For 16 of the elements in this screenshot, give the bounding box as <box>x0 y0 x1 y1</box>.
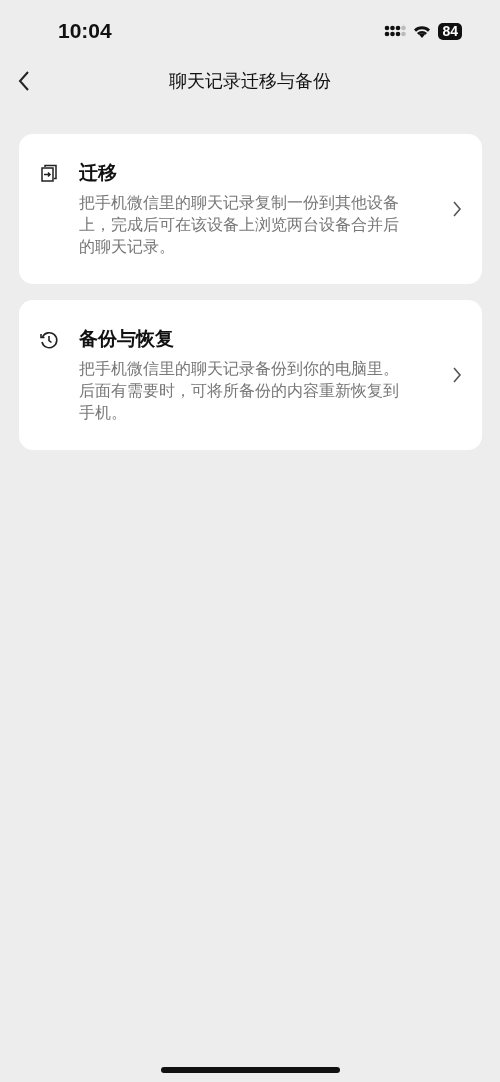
card-title: 备份与恢复 <box>79 326 175 351</box>
status-time: 10:04 <box>58 19 112 43</box>
battery-level: 84 <box>438 22 462 40</box>
page-title: 聊天记录迁移与备份 <box>169 69 331 93</box>
option-card[interactable]: 备份与恢复 把手机微信里的聊天记录备份到你的电脑里。后面有需要时，可将所备份的内容重新恢复到手机。 <box>19 300 482 450</box>
back-icon[interactable] <box>16 69 32 93</box>
card-title: 迁移 <box>79 160 118 185</box>
option-card[interactable]: 迁移 把手机微信里的聊天记录复制一份到其他设备上，完成后可在该设备上浏览两台设备合并后的聊天记录。 <box>19 134 482 284</box>
chevron-right-icon <box>452 200 462 218</box>
chevron-right-icon <box>452 366 462 384</box>
history-icon <box>39 330 59 350</box>
import-icon <box>39 164 59 184</box>
card-description: 把手机微信里的聊天记录复制一份到其他设备上，完成后可在该设备上浏览两台设备合并后的聊天记录。 <box>79 193 400 258</box>
wifi-icon <box>412 23 433 39</box>
card-description: 把手机微信里的聊天记录备份到你的电脑里。后面有需要时，可将所备份的内容重新恢复到手机。 <box>79 359 400 424</box>
signal-icon <box>384 24 407 38</box>
